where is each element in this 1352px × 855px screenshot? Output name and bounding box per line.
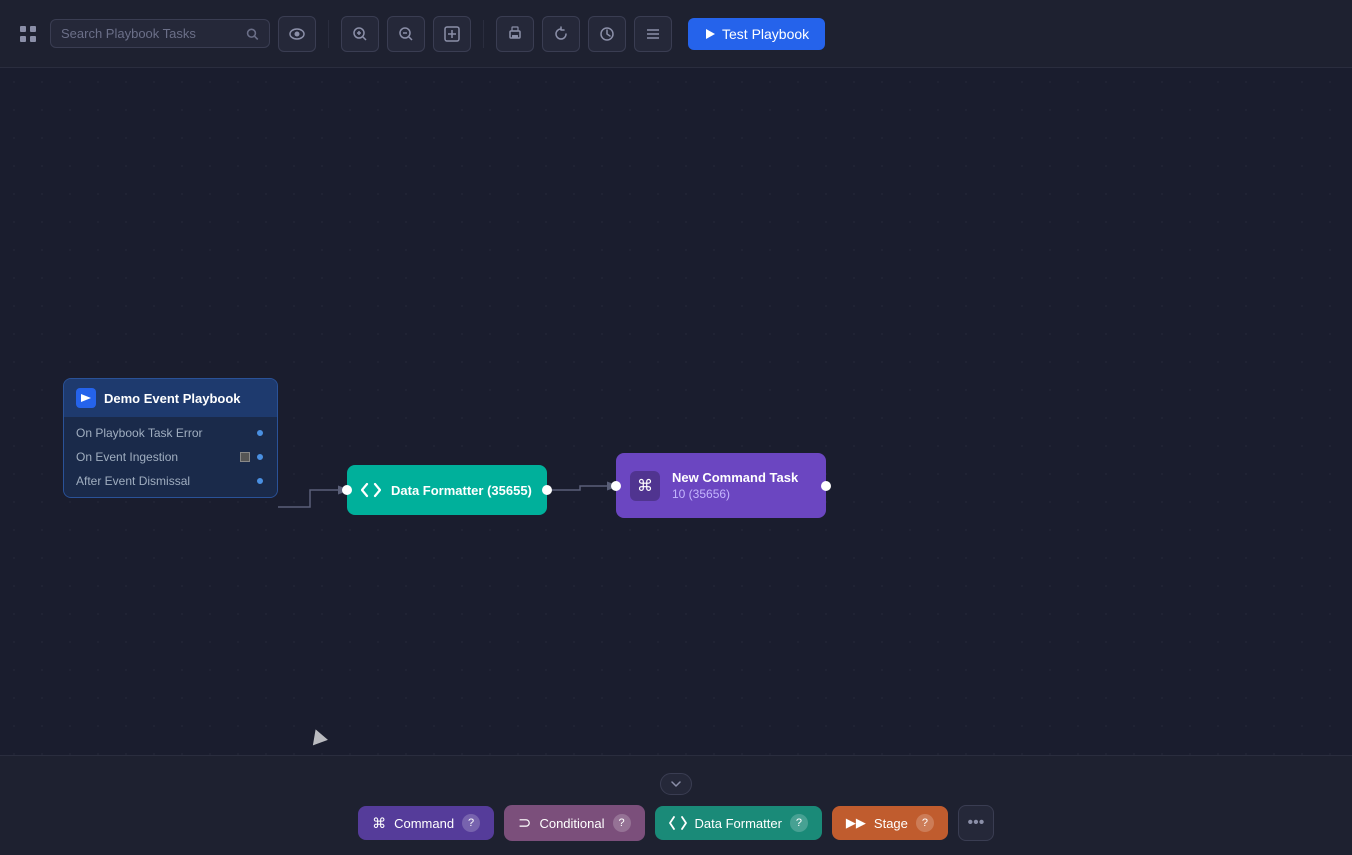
play-icon	[704, 28, 716, 40]
command-right-connector	[821, 481, 831, 491]
formatter-right-connector	[542, 485, 552, 495]
chevron-down-icon	[671, 781, 681, 787]
code-icon	[361, 482, 381, 498]
command-task-icon: ⌘	[630, 471, 660, 501]
clock-icon	[599, 26, 615, 42]
command-pill-label: Command	[394, 816, 454, 831]
zoom-out-button[interactable]	[387, 16, 425, 52]
node-row-dismissal[interactable]: After Event Dismissal	[64, 469, 277, 493]
stage-pill-icon: ▶▶	[846, 815, 866, 831]
collapse-panel-button[interactable]	[660, 773, 692, 795]
more-options-icon: •••	[968, 814, 985, 832]
command-pill-icon: ⌘	[372, 815, 386, 832]
conditional-pill-icon: ⊃	[518, 813, 531, 833]
search-input[interactable]	[61, 26, 238, 41]
connector-square	[240, 452, 250, 462]
formatter-pill-label: Data Formatter	[695, 816, 782, 831]
formatter-node[interactable]: Data Formatter (35655)	[347, 465, 547, 515]
conditional-pill-label: Conditional	[539, 816, 604, 831]
node-row-ingestion[interactable]: On Event Ingestion	[64, 445, 277, 469]
formatter-left-connector	[342, 485, 352, 495]
node-header: Demo Event Playbook	[64, 379, 277, 417]
canvas[interactable]: Demo Event Playbook On Playbook Task Err…	[0, 68, 1352, 755]
connector-circle	[255, 452, 265, 462]
command-task-text: New Command Task 10 (35656)	[672, 470, 798, 501]
demo-event-node[interactable]: Demo Event Playbook On Playbook Task Err…	[63, 378, 278, 498]
command-task-subtitle: 10 (35656)	[672, 487, 798, 501]
stage-help-icon[interactable]: ?	[916, 814, 934, 832]
eye-icon	[289, 28, 305, 40]
task-types-row: ⌘ Command ? ⊃ Conditional ? Data Formatt…	[358, 805, 994, 841]
fit-icon	[444, 26, 460, 42]
connector-circle	[255, 476, 265, 486]
row-label: On Event Ingestion	[76, 450, 178, 464]
formatter-type-button[interactable]: Data Formatter ?	[655, 806, 822, 840]
toolbar-divider-1	[328, 20, 329, 48]
command-left-connector	[611, 481, 621, 491]
stage-pill-label: Stage	[874, 816, 908, 831]
grid-menu-icon[interactable]	[14, 20, 42, 48]
node-header-icon	[76, 388, 96, 408]
zoom-in-icon	[352, 26, 368, 42]
zoom-in-button[interactable]	[341, 16, 379, 52]
command-task-node[interactable]: ⌘ New Command Task 10 (35656)	[616, 453, 826, 518]
row-label: On Playbook Task Error	[76, 426, 203, 440]
fit-view-button[interactable]	[433, 16, 471, 52]
zoom-out-icon	[398, 26, 414, 42]
toolbar-divider-2	[483, 20, 484, 48]
stage-type-button[interactable]: ▶▶ Stage ?	[832, 806, 948, 840]
history-button[interactable]	[588, 16, 626, 52]
formatter-help-icon[interactable]: ?	[790, 814, 808, 832]
command-type-button[interactable]: ⌘ Command ?	[358, 806, 494, 840]
command-help-icon[interactable]: ?	[462, 814, 480, 832]
list-icon	[645, 26, 661, 42]
formatter-pill-icon	[669, 816, 687, 830]
node-row-task-error[interactable]: On Playbook Task Error	[64, 421, 277, 445]
bottom-panel: ⌘ Command ? ⊃ Conditional ? Data Formatt…	[0, 755, 1352, 855]
refresh-icon	[553, 26, 569, 42]
print-icon	[507, 26, 523, 42]
search-container	[50, 19, 270, 48]
list-view-button[interactable]	[634, 16, 672, 52]
conditional-help-icon[interactable]: ?	[613, 814, 631, 832]
print-button[interactable]	[496, 16, 534, 52]
node-body: On Playbook Task Error On Event Ingestio…	[64, 417, 277, 497]
toolbar: Test Playbook	[0, 0, 1352, 68]
eye-toggle-button[interactable]	[278, 16, 316, 52]
refresh-button[interactable]	[542, 16, 580, 52]
formatter-label: Data Formatter (35655)	[391, 483, 532, 498]
search-icon	[246, 27, 259, 41]
test-playbook-button[interactable]: Test Playbook	[688, 18, 825, 50]
row-label: After Event Dismissal	[76, 474, 190, 488]
node-title: Demo Event Playbook	[104, 391, 241, 406]
connector-circle	[255, 428, 265, 438]
command-task-title: New Command Task	[672, 470, 798, 485]
more-options-button[interactable]: •••	[958, 805, 994, 841]
conditional-type-button[interactable]: ⊃ Conditional ?	[504, 805, 644, 841]
test-playbook-label: Test Playbook	[722, 26, 809, 42]
